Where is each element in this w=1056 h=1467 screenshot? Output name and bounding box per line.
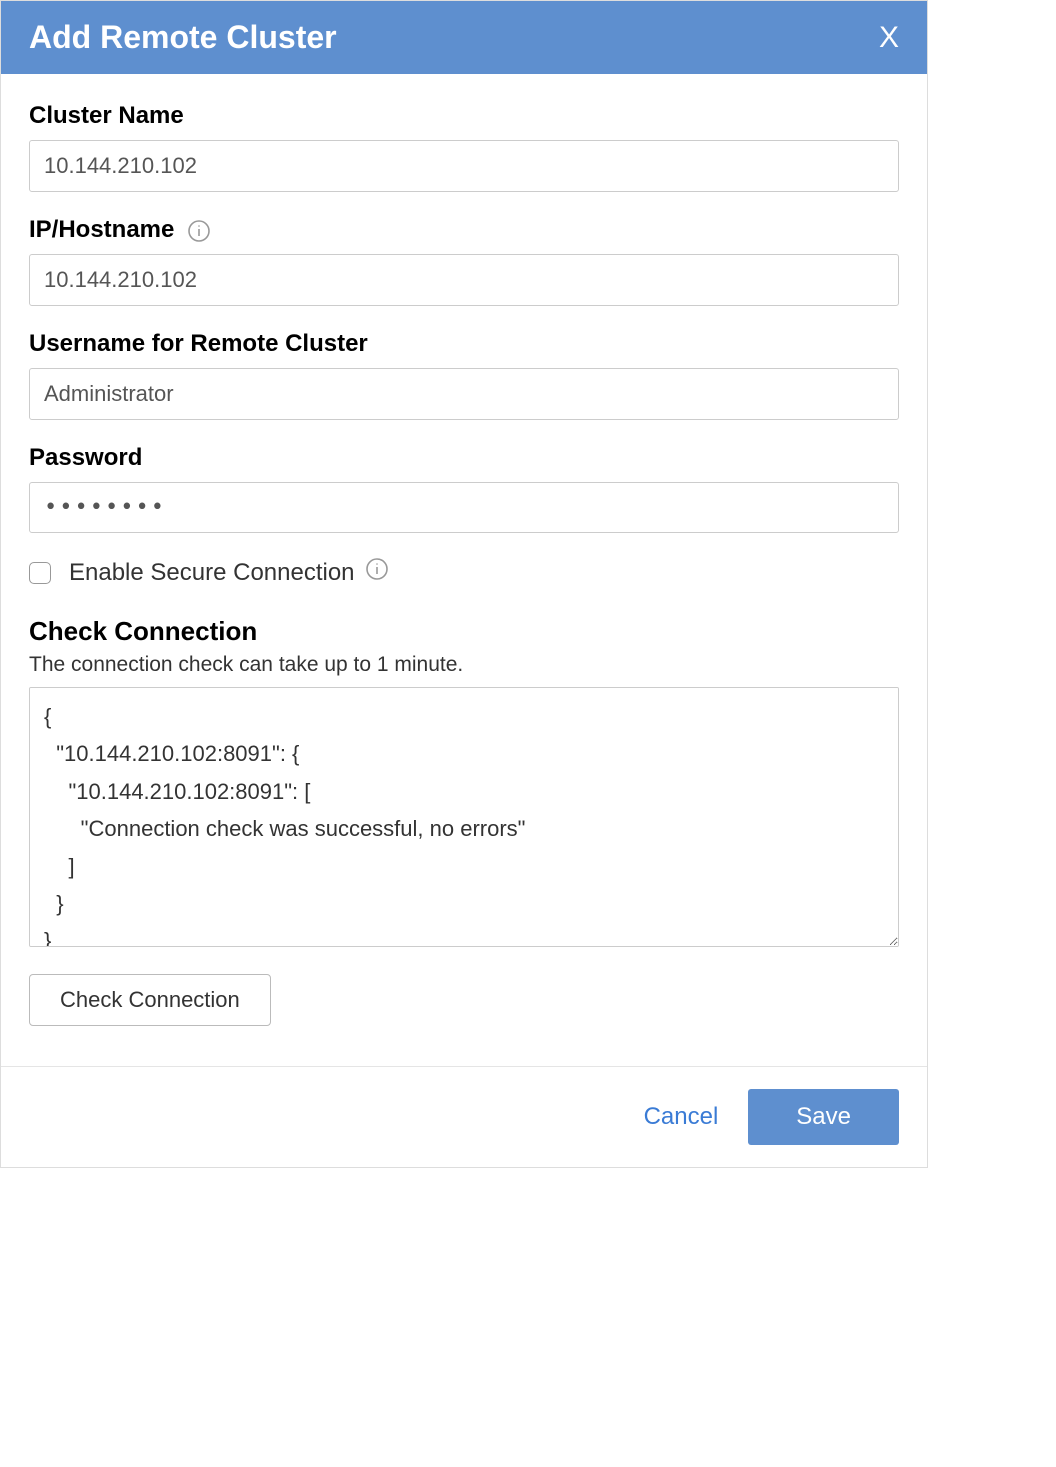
password-label: Password: [29, 444, 899, 472]
secure-connection-row: Enable Secure Connection: [29, 557, 899, 588]
ip-hostname-group: IP/Hostname: [29, 216, 899, 306]
check-connection-subtext: The connection check can take up to 1 mi…: [29, 653, 899, 677]
ip-hostname-label-text: IP/Hostname: [29, 216, 174, 243]
cluster-name-input[interactable]: [29, 140, 899, 192]
check-connection-heading: Check Connection: [29, 616, 899, 647]
password-group: Password: [29, 444, 899, 533]
ip-hostname-input[interactable]: [29, 254, 899, 306]
username-label: Username for Remote Cluster: [29, 330, 899, 358]
password-input[interactable]: [29, 482, 899, 533]
check-connection-result[interactable]: [29, 687, 899, 947]
save-button[interactable]: Save: [748, 1089, 899, 1145]
username-input[interactable]: [29, 368, 899, 420]
secure-connection-label-text: Enable Secure Connection: [69, 559, 355, 587]
close-icon[interactable]: X: [879, 23, 899, 53]
ip-hostname-label: IP/Hostname: [29, 216, 899, 244]
cluster-name-group: Cluster Name: [29, 102, 899, 192]
username-group: Username for Remote Cluster: [29, 330, 899, 420]
check-connection-section: Check Connection The connection check ca…: [29, 616, 899, 1026]
dialog-title: Add Remote Cluster: [29, 19, 337, 56]
cancel-button[interactable]: Cancel: [644, 1103, 719, 1131]
dialog-footer: Cancel Save: [1, 1066, 927, 1167]
info-icon[interactable]: [365, 557, 389, 588]
cluster-name-label: Cluster Name: [29, 102, 899, 130]
dialog-body: Cluster Name IP/Hostname Username for Re…: [1, 74, 927, 1066]
secure-connection-checkbox[interactable]: [29, 562, 51, 584]
dialog-header: Add Remote Cluster X: [1, 1, 927, 74]
check-connection-button[interactable]: Check Connection: [29, 974, 271, 1026]
secure-connection-label: Enable Secure Connection: [69, 557, 389, 588]
info-icon[interactable]: [187, 219, 211, 243]
add-remote-cluster-dialog: Add Remote Cluster X Cluster Name IP/Hos…: [0, 0, 928, 1168]
